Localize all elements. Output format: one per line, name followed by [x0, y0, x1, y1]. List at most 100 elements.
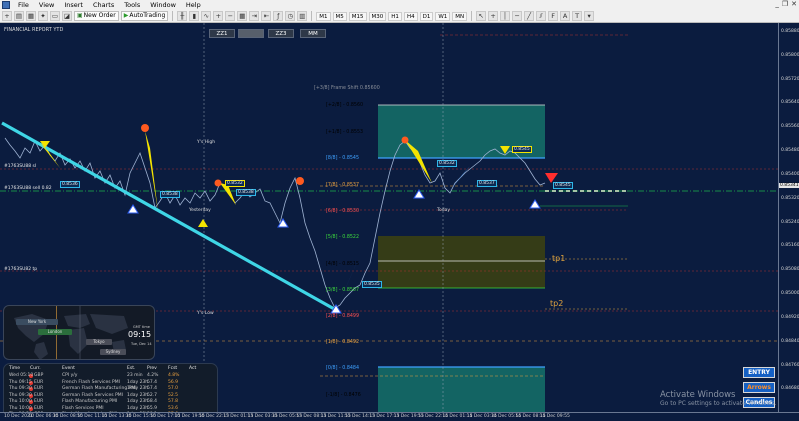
timeframe-w1[interactable]: W1 — [435, 11, 451, 21]
level-label: [0/8] - 0.8484 — [326, 366, 360, 371]
news-cell-curr: EUR — [34, 405, 44, 411]
zz3-button[interactable]: ZZ3 — [268, 29, 294, 38]
tile-icon[interactable]: ▦ — [237, 11, 248, 21]
blank-zone-button[interactable] — [238, 29, 264, 38]
profiles-icon[interactable]: ▤ — [14, 11, 24, 21]
crosshair-icon[interactable]: + — [488, 11, 499, 21]
news-cell-prev: 4.2% — [147, 373, 159, 378]
menu-file[interactable]: File — [13, 1, 34, 9]
restore-icon[interactable]: ❐ — [782, 0, 788, 8]
time-axis[interactable]: 10 Dec 2021 10 Dec 06:35 10 Dec 08:55 10 De… — [0, 412, 799, 421]
timeframe-m1[interactable]: M1 — [316, 11, 331, 21]
price-tag: 0.8545 — [512, 146, 532, 153]
menu-charts[interactable]: Charts — [88, 1, 119, 9]
timeframe-m30[interactable]: M30 — [368, 11, 387, 21]
news-header-fcst: Fcst — [168, 366, 178, 371]
fibo-icon[interactable]: F — [548, 11, 559, 21]
level-label: [+1/8] - 0.8553 — [326, 130, 364, 135]
price-tag: 0.8538 — [160, 191, 180, 198]
bar-chart-icon[interactable]: ╫ — [177, 11, 188, 21]
news-cell-curr: GBP — [34, 373, 44, 378]
periods-icon[interactable]: ◷ — [285, 11, 296, 21]
news-cell-event: CPI y/y — [62, 373, 78, 378]
price-axis[interactable]: 0.85880 0.85800 0.85720 0.85640 0.85560 0.854… — [778, 23, 799, 412]
line-chart-icon[interactable]: ∿ — [201, 11, 212, 21]
price-chart[interactable]: FINANCIAL REPORT YTD ZZ1 ZZ3 MM [+3/8] F… — [0, 23, 778, 412]
scroll-icon[interactable]: ⇥ — [249, 11, 260, 21]
zigzag-wedge-up — [448, 166, 470, 193]
news-calendar-panel: Time Curr. Event Est. Prev Fcst Act Wed … — [3, 363, 218, 412]
price-axis-label: 0.85240 — [781, 219, 799, 225]
autotrading-icon: ▶ — [123, 12, 129, 19]
menu-view[interactable]: View — [34, 1, 59, 9]
yesterday-label: Yesterday — [189, 208, 211, 213]
level-label: [4/8] - 0.8515 — [326, 262, 360, 267]
level-label: [8/8] - 0.8545 — [326, 156, 360, 161]
new-order-icon: ▣ — [77, 12, 83, 19]
mm-button[interactable]: MM — [300, 29, 326, 38]
menu-window[interactable]: Window — [145, 1, 181, 9]
price-axis-label: 0.84840 — [781, 338, 799, 344]
new-chart-icon[interactable]: + — [2, 11, 12, 21]
level-label: [6/8] - 0.8530 — [326, 209, 360, 214]
indicators-icon[interactable]: ƒ — [273, 11, 284, 21]
news-cell-time: Thu 10:00 — [9, 405, 32, 411]
timeframe-m15[interactable]: M15 — [348, 11, 367, 21]
zoom-in-icon[interactable]: + — [213, 11, 224, 21]
news-cell-fcst: 53.6 — [168, 405, 179, 411]
price-tag: 0.8536 — [60, 181, 80, 188]
cursor-icon[interactable]: ↖ — [476, 11, 487, 21]
new-order-button[interactable]: ▣ New Order — [74, 11, 119, 21]
terminal-icon[interactable]: ▭ — [50, 11, 60, 21]
price-axis-label: 0.85880 — [781, 29, 799, 34]
horizontal-line-icon[interactable]: ─ — [512, 11, 523, 21]
label-icon[interactable]: T — [572, 11, 583, 21]
news-cell-curr: EUR — [34, 392, 44, 398]
close-icon[interactable]: ✕ — [791, 0, 797, 8]
trendline[interactable] — [1, 121, 337, 312]
price-axis-label: 0.85640 — [781, 100, 799, 106]
zoom-out-icon[interactable]: − — [225, 11, 236, 21]
news-cell-event: Flash Manufacturing PMI — [62, 399, 118, 404]
price-axis-label: 0.85480 — [781, 148, 799, 154]
news-cell-event: French Flash Services PMI — [62, 379, 120, 385]
vertical-line-icon[interactable]: │ — [500, 11, 511, 21]
timeframe-mn[interactable]: MN — [452, 11, 468, 21]
news-cell-time: Wed 05:10 — [9, 373, 34, 378]
time-axis-label: 14 Dec 09:55 — [539, 414, 570, 419]
text-icon[interactable]: A — [560, 11, 571, 21]
news-cell-curr: EUR — [34, 399, 44, 404]
timeframe-h1[interactable]: H1 — [388, 11, 402, 21]
navigator-icon[interactable]: ✦ — [38, 11, 48, 21]
shift-icon[interactable]: ⇤ — [261, 11, 272, 21]
menu-insert[interactable]: Insert — [59, 1, 88, 9]
entry-button[interactable]: ENTRY — [743, 367, 775, 378]
news-header-currency: Curr. — [30, 366, 41, 371]
menu-help[interactable]: Help — [181, 1, 206, 9]
channel-icon[interactable]: ⫽ — [536, 11, 547, 21]
news-header-est: Est. — [127, 366, 136, 371]
menu-tools[interactable]: Tools — [119, 1, 145, 9]
price-axis-label: 0.85160 — [781, 243, 799, 249]
price-axis-label: 0.84920 — [781, 314, 799, 320]
autotrading-button[interactable]: ▶ AutoTrading — [120, 11, 169, 21]
y-high-label: Y's High — [197, 140, 216, 145]
sell-order-label: #1763SU88 sell 0.82 — [4, 186, 52, 191]
tp2-label: tp2 — [550, 299, 564, 308]
market-watch-icon[interactable]: ▦ — [26, 11, 36, 21]
news-cell-curr: EUR — [34, 386, 44, 391]
minimize-icon[interactable]: _ — [775, 0, 779, 8]
candles-icon[interactable]: ▮ — [189, 11, 200, 21]
trendline-icon[interactable]: ╱ — [524, 11, 535, 21]
templates-icon[interactable]: ▥ — [297, 11, 308, 21]
arrow-icon[interactable]: ▾ — [584, 11, 595, 21]
news-cell-prev: 57.4 — [147, 386, 158, 391]
tester-icon[interactable]: ◪ — [62, 11, 72, 21]
world-clock-panel: New York London Tokyo Sydney GMT time 09… — [3, 305, 155, 360]
timeframe-h4[interactable]: H4 — [403, 11, 418, 21]
timeframe-m5[interactable]: M5 — [332, 11, 347, 21]
current-price-label: 0.85341 — [779, 183, 799, 188]
price-tag: 0.8535 — [362, 281, 382, 288]
zz1-button[interactable]: ZZ1 — [209, 29, 235, 38]
timeframe-d1[interactable]: D1 — [419, 11, 434, 21]
